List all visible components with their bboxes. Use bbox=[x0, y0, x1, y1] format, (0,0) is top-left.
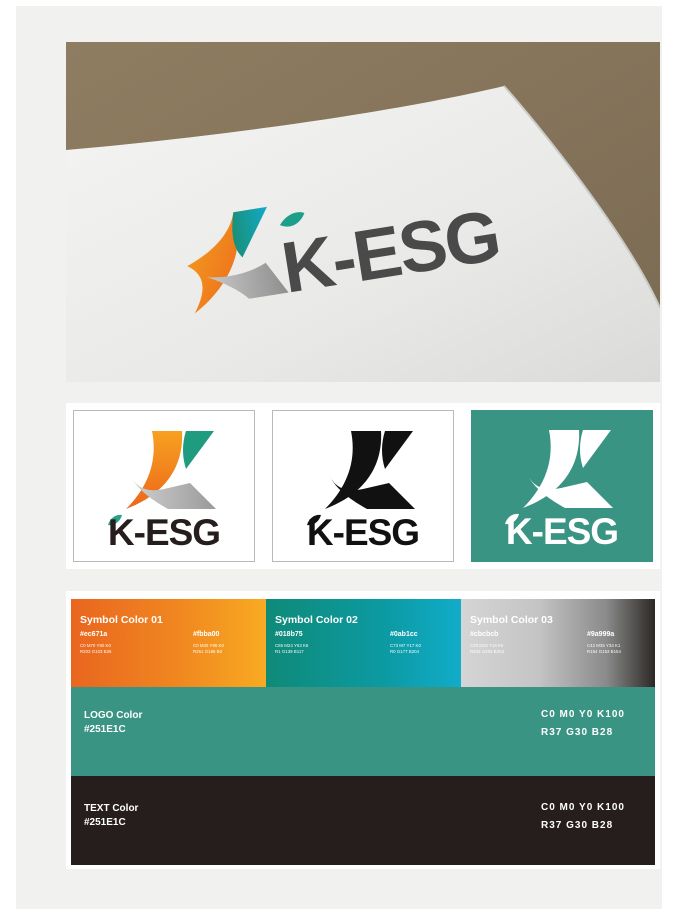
symbol-color-01-swatch: Symbol Color 01 #ec671a C0 M70 Y90 K0 R2… bbox=[71, 599, 266, 687]
text-color-label: TEXT Color bbox=[84, 803, 139, 814]
logo-color-cmyk: C0 M0 Y0 K100 bbox=[541, 709, 625, 720]
swatch-end-hex: #fbba00 bbox=[193, 631, 220, 638]
symbol-color-title: Symbol Color 03 bbox=[470, 614, 553, 626]
brand-sheet: K-ESG K-ESG K-ESG K-ESG Symbol Color 01 … bbox=[16, 6, 662, 909]
symbol-color-title: Symbol Color 01 bbox=[80, 614, 163, 626]
logo-color-hex: #251E1C bbox=[84, 724, 126, 735]
swatch-end-hex: #0ab1cc bbox=[390, 631, 418, 638]
swatch-end-cmyk: C73 M7 Y17 K0 bbox=[390, 643, 421, 648]
text-color-band: TEXT Color #251E1C C0 M0 Y0 K100 R37 G30… bbox=[71, 776, 655, 865]
text-color-rgb: R37 G30 B28 bbox=[541, 820, 614, 831]
logo-variant-black: K-ESG bbox=[272, 410, 454, 562]
color-wordmark: K-ESG bbox=[107, 512, 221, 553]
symbol-color-02-swatch: Symbol Color 02 #018b75 C85 M24 Y63 K6 R… bbox=[266, 599, 461, 687]
logo-variant-white-on-teal: K-ESG bbox=[471, 410, 653, 562]
swatch-start-hex: #ec671a bbox=[80, 631, 108, 638]
swatch-end-rgb: R154 G153 B154 bbox=[587, 649, 621, 654]
swatch-start-rgb: R203 G103 B26 bbox=[80, 649, 112, 654]
black-upper-leaf-shape bbox=[382, 431, 413, 469]
symbol-color-03-swatch: Symbol Color 03 #cbcbcb C20 M15 Y16 K0 R… bbox=[461, 599, 655, 687]
symbol-color-title: Symbol Color 02 bbox=[275, 614, 358, 626]
swatch-start-cmyk: C0 M70 Y90 K0 bbox=[80, 643, 111, 648]
swatch-end-rgb: R251 G186 B0 bbox=[193, 649, 223, 654]
swatch-end-cmyk: C0 M30 Y95 K0 bbox=[193, 643, 224, 648]
logo-color-band: LOGO Color #251E1C C0 M0 Y0 K100 R37 G30… bbox=[71, 687, 655, 776]
logo-color-rgb: R37 G30 B28 bbox=[541, 727, 614, 738]
logo-variant-color: K-ESG bbox=[73, 410, 255, 562]
swatch-start-cmyk: C85 M24 Y63 K6 bbox=[275, 643, 309, 648]
swatch-start-hex: #018b75 bbox=[275, 631, 303, 638]
swatch-start-cmyk: C20 M15 Y16 K0 bbox=[470, 643, 504, 648]
swatch-start-rgb: R1 G139 B117 bbox=[275, 649, 304, 654]
text-color-hex: #251E1C bbox=[84, 817, 126, 828]
logo-color-label: LOGO Color bbox=[84, 710, 143, 721]
swatch-end-rgb: R0 G177 B204 bbox=[390, 649, 420, 654]
logo-variants-row: K-ESG K-ESG K-ESG bbox=[66, 403, 660, 569]
swatch-end-cmyk: C42 M35 Y34 K1 bbox=[587, 643, 621, 648]
color-teal-leaf-shape bbox=[183, 431, 214, 469]
swatch-start-rgb: R203 G203 B203 bbox=[470, 649, 504, 654]
swatch-start-hex: #cbcbcb bbox=[470, 631, 499, 638]
white-upper-leaf-shape bbox=[580, 430, 611, 468]
black-wordmark: K-ESG bbox=[306, 512, 420, 553]
text-color-cmyk: C0 M0 Y0 K100 bbox=[541, 802, 625, 813]
mockup-illustration: K-ESG bbox=[66, 42, 660, 382]
color-palette: Symbol Color 01 #ec671a C0 M70 Y90 K0 R2… bbox=[66, 591, 660, 869]
white-wordmark: K-ESG bbox=[505, 511, 619, 552]
swatch-end-hex: #9a999a bbox=[587, 631, 615, 638]
logo-mockup-photo: K-ESG bbox=[66, 42, 660, 382]
